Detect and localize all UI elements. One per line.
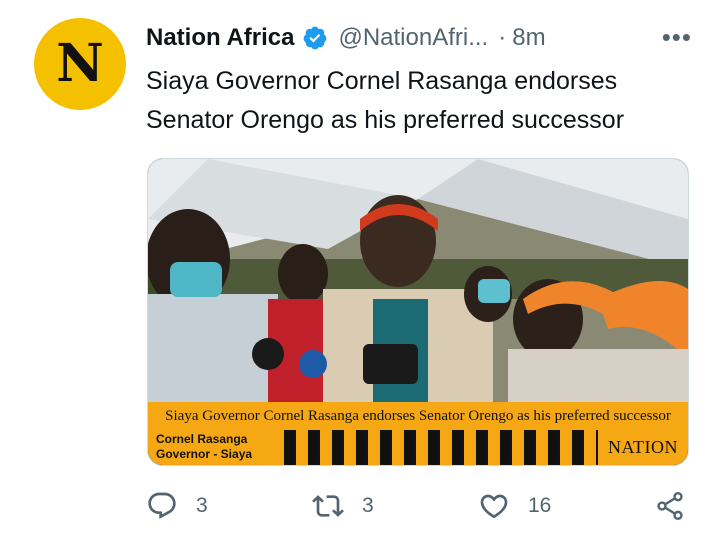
avatar[interactable]: N bbox=[34, 18, 126, 110]
retweet-icon bbox=[312, 495, 344, 517]
speaker-name-tag: Cornel Rasanga Governor - Siaya bbox=[148, 430, 272, 465]
like-count: 16 bbox=[528, 494, 552, 517]
video-caption-bar: Siaya Governor Cornel Rasanga endorses S… bbox=[148, 402, 688, 430]
more-icon[interactable]: ••• bbox=[662, 22, 692, 53]
reply-count: 3 bbox=[196, 494, 208, 517]
like-icon bbox=[480, 494, 508, 519]
separator-dot: · bbox=[498, 24, 507, 51]
lower-third: Cornel Rasanga Governor - Siaya NATION bbox=[148, 430, 688, 465]
account-handle[interactable]: @NationAfri... bbox=[338, 24, 488, 52]
share-button[interactable] bbox=[654, 486, 686, 526]
brand-logo-text: NATION bbox=[608, 437, 678, 457]
speaker-title: Governor - Siaya bbox=[156, 447, 253, 461]
tweet-text: Siaya Governor Cornel Rasanga endorses S… bbox=[146, 67, 625, 134]
timestamp[interactable]: 8m bbox=[512, 24, 545, 52]
lower-third-stripes bbox=[272, 430, 598, 465]
retweet-count: 3 bbox=[362, 494, 374, 517]
verified-badge-icon bbox=[304, 26, 327, 50]
video-frame-image bbox=[148, 159, 688, 402]
tweet-actions: 3 3 16 bbox=[146, 486, 706, 526]
brand-tag: NATION bbox=[598, 430, 688, 465]
media-video[interactable]: Siaya Governor Cornel Rasanga endorses S… bbox=[147, 158, 689, 466]
share-icon bbox=[657, 492, 683, 520]
avatar-letter: N bbox=[56, 33, 104, 94]
like-button[interactable]: 16 bbox=[478, 486, 551, 526]
tweet-header: Nation Africa @NationAfri... · 8m ••• bbox=[146, 20, 706, 56]
reply-button[interactable]: 3 bbox=[146, 486, 208, 526]
video-caption: Siaya Governor Cornel Rasanga endorses S… bbox=[165, 407, 671, 424]
retweet-button[interactable]: 3 bbox=[312, 486, 374, 526]
speaker-name: Cornel Rasanga bbox=[156, 432, 248, 446]
account-name[interactable]: Nation Africa bbox=[146, 24, 294, 52]
reply-icon bbox=[148, 492, 176, 519]
